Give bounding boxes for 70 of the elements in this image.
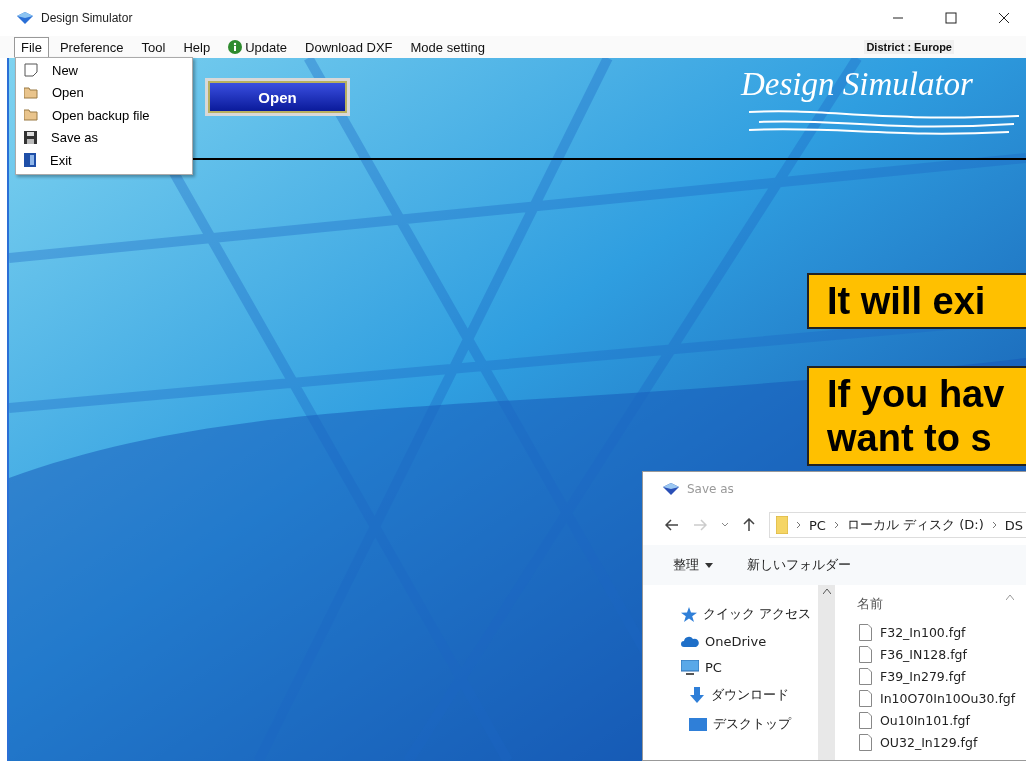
file-icon (859, 733, 872, 751)
back-arrow-icon[interactable] (665, 519, 679, 531)
folder-icon (24, 109, 38, 122)
window-title: Design Simulator (41, 11, 133, 25)
open-button[interactable]: Open (208, 81, 347, 113)
file-icon (859, 689, 872, 707)
diamond-icon (17, 12, 33, 24)
breadcrumb-item[interactable]: PC (809, 517, 826, 533)
address-bar[interactable]: PC ローカル ディスク (D:) DS (769, 512, 1026, 538)
menu-item[interactable]: Open (52, 85, 84, 101)
chevron-right-icon (991, 521, 997, 529)
callout-text: want to s (827, 416, 993, 460)
folder-icon (776, 516, 788, 534)
wave-lines-icon (749, 108, 1019, 138)
file-name[interactable]: F32_In100.fgf (880, 624, 966, 640)
menu-item[interactable]: Mode setting (403, 36, 492, 58)
scrollbar[interactable] (818, 585, 835, 760)
logo-text: Design Simulator (741, 66, 973, 103)
cloud-icon (681, 636, 699, 647)
dialog-title: Save as (687, 481, 734, 496)
toolbar-button[interactable]: 新しいフォルダー (747, 556, 851, 574)
menu-item[interactable]: New (52, 62, 78, 78)
file-icon (859, 645, 872, 663)
menu-item[interactable]: Download DXF (298, 36, 400, 58)
callout-text: If you hav (827, 372, 1006, 416)
download-arrow-icon (689, 687, 705, 703)
file-name[interactable]: F39_In279.fgf (880, 668, 966, 684)
chevron-right-icon (833, 521, 839, 529)
menu-item[interactable]: Save as (51, 130, 98, 146)
file-icon (859, 711, 872, 729)
nav-item[interactable]: PC (705, 660, 722, 675)
nav-item[interactable]: OneDrive (705, 634, 767, 649)
desktop-icon (689, 717, 707, 731)
scroll-up-icon[interactable] (822, 589, 831, 594)
menu-item[interactable]: Update (221, 36, 295, 58)
district-label: District : Europe (864, 40, 954, 54)
maximize-icon[interactable] (945, 12, 957, 24)
info-icon (228, 40, 243, 54)
file-name[interactable]: OU32_In129.fgf (880, 734, 978, 750)
page-icon (24, 63, 38, 78)
menu-item[interactable]: Exit (50, 152, 72, 168)
file-name[interactable]: Ou10In101.fgf (880, 712, 970, 728)
chevron-right-icon (796, 521, 801, 529)
menu-item[interactable]: File (14, 36, 49, 58)
diamond-icon (663, 482, 679, 495)
chevron-down-icon[interactable] (721, 522, 729, 528)
folder-icon (24, 86, 38, 99)
monitor-icon (681, 660, 699, 675)
nav-item[interactable]: デスクトップ (713, 715, 791, 733)
menu-item[interactable]: Tool (134, 36, 173, 58)
column-header[interactable]: 名前 (857, 595, 883, 613)
file-icon (859, 623, 872, 641)
nav-item[interactable]: クイック アクセス (703, 605, 812, 623)
dropdown-caret-icon (705, 562, 713, 568)
file-name[interactable]: In10O70In10Ou30.fgf (880, 690, 1016, 706)
menu-item[interactable]: Open backup file (52, 107, 150, 123)
close-icon[interactable] (998, 12, 1010, 24)
up-arrow-icon[interactable] (743, 518, 755, 532)
menu-item[interactable]: Help (176, 36, 218, 58)
callout-text: It will exi (827, 279, 987, 323)
menu-item[interactable]: Preference (52, 36, 131, 58)
nav-item[interactable]: ダウンロード (711, 686, 789, 704)
sort-caret-icon (1006, 595, 1014, 600)
star-icon (681, 606, 697, 622)
toolbar-button[interactable]: 整理 (673, 556, 713, 574)
breadcrumb-item[interactable]: ローカル ディスク (D:) (846, 516, 984, 534)
file-icon (859, 667, 872, 685)
door-icon (24, 153, 36, 168)
breadcrumb-item[interactable]: DS (1004, 517, 1023, 533)
file-name[interactable]: F36_IN128.fgf (880, 646, 967, 662)
